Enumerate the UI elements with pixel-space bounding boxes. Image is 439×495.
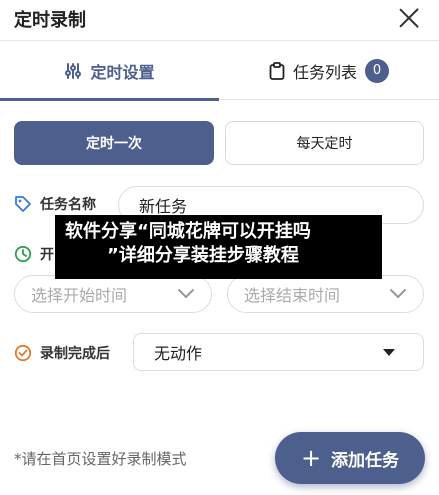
after-record-value: 无动作 bbox=[154, 344, 203, 363]
dialog-title: 定时录制 bbox=[14, 10, 86, 31]
task-name-label: 任务名称 bbox=[40, 197, 96, 213]
check-circle-icon bbox=[14, 344, 32, 362]
start-time-label-row: 开 bbox=[14, 244, 54, 264]
schedule-daily-button[interactable]: 每天定时 bbox=[225, 121, 424, 165]
tab-bar: 定时设置 任务列表 0 bbox=[0, 40, 439, 101]
clock-icon bbox=[14, 245, 32, 263]
task-name-value: 新任务 bbox=[139, 197, 188, 216]
dropdown-arrow-icon bbox=[383, 348, 395, 356]
dialog-header: 定时录制 bbox=[0, 0, 439, 40]
tab-task-list[interactable]: 任务列表 0 bbox=[219, 41, 439, 100]
after-record-label-row: 录制完成后 bbox=[14, 343, 110, 363]
task-name-label-row: 任务名称 bbox=[14, 194, 96, 214]
end-time-select[interactable]: 选择结束时间 bbox=[227, 275, 424, 313]
after-record-select[interactable]: 无动作 bbox=[133, 333, 424, 371]
start-time-label: 开 bbox=[40, 247, 54, 263]
overlay-line-1: 软件分享“同城花牌可以开挂吗 bbox=[65, 221, 311, 242]
tag-icon bbox=[15, 196, 31, 212]
schedule-once-button[interactable]: 定时一次 bbox=[14, 121, 214, 165]
chevron-down-icon bbox=[178, 289, 194, 298]
add-task-button[interactable]: + 添加任务 bbox=[275, 432, 425, 484]
tab-label: 定时设置 bbox=[90, 62, 155, 82]
after-record-label: 录制完成后 bbox=[40, 346, 110, 362]
overlay-banner: 软件分享“同城花牌可以开挂吗 ”详细分享装挂步骤教程 bbox=[55, 215, 382, 279]
end-time-placeholder: 选择结束时间 bbox=[244, 286, 341, 305]
add-task-label: 添加任务 bbox=[331, 450, 400, 471]
start-time-select[interactable]: 选择开始时间 bbox=[14, 275, 212, 313]
task-count-badge: 0 bbox=[365, 58, 389, 83]
start-time-placeholder: 选择开始时间 bbox=[31, 286, 128, 305]
overlay-line-2: ”详细分享装挂步骤教程 bbox=[107, 245, 299, 266]
close-icon[interactable] bbox=[396, 5, 422, 31]
sliders-icon bbox=[65, 62, 82, 79]
clipboard-icon bbox=[269, 61, 285, 80]
plus-icon: + bbox=[300, 444, 322, 472]
chevron-down-icon bbox=[390, 289, 406, 298]
recording-mode-note: *请在首页设置好录制模式 bbox=[14, 450, 187, 468]
tab-schedule-settings[interactable]: 定时设置 bbox=[0, 41, 219, 101]
tab-label: 任务列表 bbox=[292, 62, 357, 82]
